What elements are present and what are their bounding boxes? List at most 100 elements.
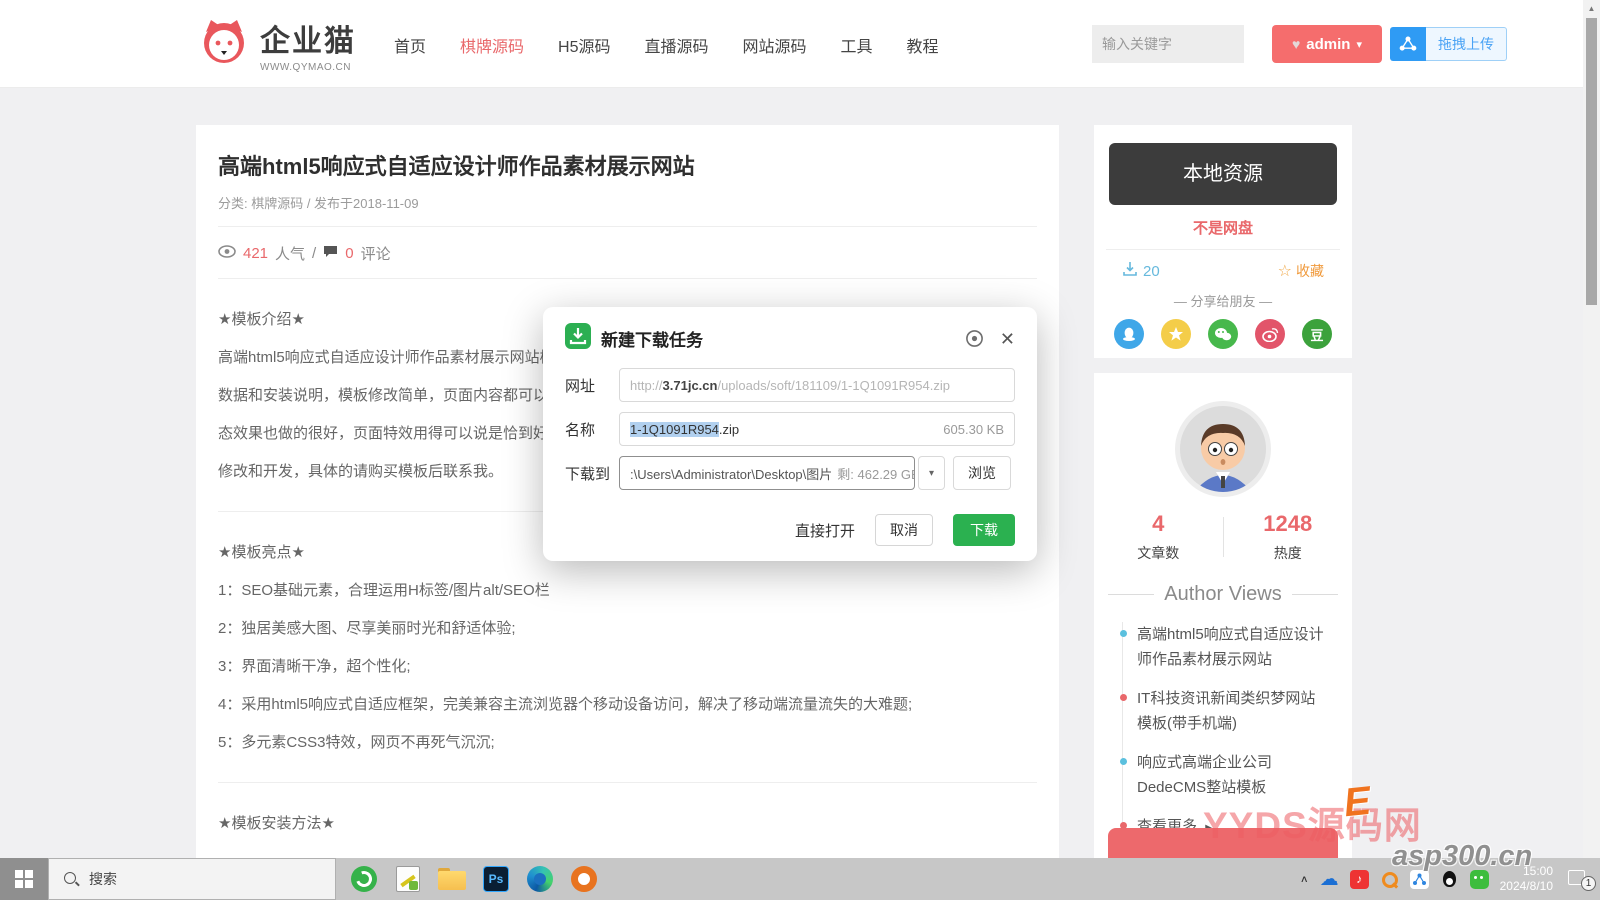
download-count-button[interactable]: 20 bbox=[1122, 261, 1160, 281]
open-directly-button[interactable]: 直接打开 bbox=[795, 520, 855, 541]
author-card: 4 文章数 1248 热度 Author Views 高端html5响应式自适应… bbox=[1094, 373, 1352, 858]
douban-share-icon[interactable]: 豆 bbox=[1302, 319, 1332, 349]
orange-app-icon[interactable] bbox=[562, 858, 606, 900]
windows-taskbar: Ps ∧ ☁ ♪ 15:00 2024/8/10 1 bbox=[0, 858, 1600, 900]
scrollbar-thumb[interactable] bbox=[1586, 18, 1597, 305]
destination-field[interactable]: :\Users\Administrator\Desktop\图片 剩: 462.… bbox=[619, 456, 915, 490]
clock-time: 15:00 bbox=[1500, 864, 1553, 879]
drag-upload-label: 拖拽上传 bbox=[1426, 27, 1507, 61]
bullet-icon bbox=[1120, 630, 1127, 637]
comment-count: 0 bbox=[345, 245, 353, 262]
highlight-line: 1：SEO基础元素，合理运用H标签/图片alt/SEO栏 bbox=[218, 578, 1037, 604]
taskbar-search-input[interactable] bbox=[89, 871, 289, 887]
favorite-button[interactable]: ☆ 收藏 bbox=[1278, 261, 1324, 281]
favorite-label: 收藏 bbox=[1296, 261, 1324, 281]
edge-icon[interactable] bbox=[518, 858, 562, 900]
qzone-share-icon[interactable] bbox=[1161, 319, 1191, 349]
clock-date: 2024/8/10 bbox=[1500, 879, 1553, 894]
article-count: 4 bbox=[1094, 511, 1223, 537]
qq-share-icon[interactable] bbox=[1114, 319, 1144, 349]
taskbar-search[interactable] bbox=[48, 858, 336, 900]
bullet-icon bbox=[1120, 694, 1127, 701]
cloud-share-tray-icon[interactable] bbox=[1410, 870, 1429, 889]
download-icon bbox=[1122, 261, 1138, 281]
cancel-button[interactable]: 取消 bbox=[875, 514, 933, 546]
url-path: /uploads/soft/181109/1-1Q1091R954.zip bbox=[717, 378, 949, 393]
highlight-line: 2：独居美感大图、尽享美丽时光和舒适体验; bbox=[218, 616, 1037, 642]
start-button[interactable] bbox=[0, 858, 48, 900]
wechat-share-icon[interactable] bbox=[1208, 319, 1238, 349]
search-tray-icon[interactable] bbox=[1380, 870, 1399, 889]
file-explorer-icon[interactable] bbox=[430, 858, 474, 900]
nav-tools[interactable]: 工具 bbox=[841, 33, 873, 57]
nav-home[interactable]: 首页 bbox=[394, 33, 426, 57]
bullet-icon bbox=[1120, 758, 1127, 765]
nav-site-source[interactable]: 网站源码 bbox=[743, 33, 807, 57]
onedrive-icon[interactable]: ☁ bbox=[1320, 870, 1339, 889]
filename-field[interactable]: 1-1Q1091R954 .zip 605.30 KB bbox=[619, 412, 1015, 446]
nav-tutorials[interactable]: 教程 bbox=[907, 33, 939, 57]
destination-dropdown-button[interactable]: ▾ bbox=[918, 456, 945, 490]
photoshop-icon[interactable]: Ps bbox=[474, 858, 518, 900]
qq-tray-icon[interactable] bbox=[1440, 870, 1459, 889]
new-download-dialog: 新建下载任务 ✕ 网址 http://3.71jc.cn/uploads/sof… bbox=[543, 307, 1037, 561]
download-count: 20 bbox=[1143, 263, 1160, 280]
url-label: 网址 bbox=[565, 375, 619, 396]
list-item[interactable]: 高端html5响应式自适应设计师作品素材展示网站 bbox=[1137, 622, 1328, 672]
taskbar-clock[interactable]: 15:00 2024/8/10 bbox=[1500, 864, 1553, 894]
admin-menu-button[interactable]: ♥ admin ▾ bbox=[1272, 25, 1382, 63]
browse-button[interactable]: 浏览 bbox=[953, 456, 1011, 490]
browser-360-icon[interactable] bbox=[342, 858, 386, 900]
notification-badge: 1 bbox=[1581, 876, 1596, 891]
site-logo[interactable]: 企业猫 WWW.QYMAO.CN bbox=[198, 16, 356, 73]
music-app-icon[interactable]: ♪ bbox=[1350, 870, 1369, 889]
tray-expand-icon[interactable]: ∧ bbox=[1300, 873, 1309, 884]
local-resource-button[interactable]: 本地资源 bbox=[1109, 143, 1337, 205]
search-input[interactable] bbox=[1102, 36, 1283, 52]
highlight-line: 4：采用html5响应式自适应框架，完美兼容主流浏览器个移动设备访问，解决了移动… bbox=[218, 692, 1037, 718]
header-search[interactable] bbox=[1092, 25, 1244, 63]
star-icon: ☆ bbox=[1278, 261, 1292, 281]
author-avatar[interactable] bbox=[1175, 401, 1271, 497]
divider bbox=[218, 278, 1037, 279]
page-scrollbar[interactable]: ▲ bbox=[1583, 0, 1600, 858]
filename-selected-text: 1-1Q1091R954 bbox=[630, 422, 719, 437]
divider bbox=[218, 226, 1037, 227]
url-field[interactable]: http://3.71jc.cn/uploads/soft/181109/1-1… bbox=[619, 368, 1015, 402]
article-meta: 分类: 棋牌源码 / 发布于2018-11-09 bbox=[218, 193, 1037, 212]
heat-count-label: 热度 bbox=[1224, 543, 1353, 563]
taskbar-apps: Ps bbox=[342, 858, 606, 900]
search-icon bbox=[63, 871, 79, 887]
destination-path: :\Users\Administrator\Desktop\图片 bbox=[630, 464, 832, 483]
logo-subtitle: WWW.QYMAO.CN bbox=[260, 62, 356, 73]
views-label: 人气 bbox=[275, 243, 305, 264]
notification-center-icon[interactable]: 1 bbox=[1568, 867, 1592, 891]
download-button[interactable]: 下载 bbox=[953, 514, 1015, 546]
page-title: 高端html5响应式自适应设计师作品素材展示网站 bbox=[218, 149, 1037, 181]
list-item[interactable]: 响应式高端企业公司DedeCMS整站模板 bbox=[1137, 750, 1328, 800]
scroll-up-arrow[interactable]: ▲ bbox=[1583, 0, 1600, 16]
cloud-share-icon bbox=[1390, 27, 1426, 61]
name-label: 名称 bbox=[565, 419, 619, 440]
main-nav: 首页 棋牌源码 H5源码 直播源码 网站源码 工具 教程 bbox=[394, 33, 939, 57]
nav-live-source[interactable]: 直播源码 bbox=[645, 33, 709, 57]
windows-logo-icon bbox=[15, 870, 33, 888]
destination-label: 下载到 bbox=[565, 463, 619, 484]
settings-icon[interactable] bbox=[965, 329, 984, 348]
drag-upload-button[interactable]: 拖拽上传 bbox=[1390, 27, 1507, 61]
author-views-list: 高端html5响应式自适应设计师作品素材展示网站 IT科技资讯新闻类织梦网站模板… bbox=[1122, 622, 1328, 841]
wechat-tray-icon[interactable] bbox=[1470, 870, 1489, 889]
comment-icon bbox=[323, 245, 338, 262]
notepad-icon[interactable] bbox=[386, 858, 430, 900]
vip-level-icon: ♥ bbox=[1292, 37, 1300, 51]
list-item[interactable]: IT科技资讯新闻类织梦网站模板(带手机端) bbox=[1137, 686, 1328, 736]
author-stats: 4 文章数 1248 热度 bbox=[1094, 511, 1352, 563]
url-scheme: http:// bbox=[630, 378, 663, 393]
nav-board-source[interactable]: 棋牌源码 bbox=[460, 33, 524, 57]
nav-h5-source[interactable]: H5源码 bbox=[558, 33, 610, 57]
free-space: 剩: 462.29 GB bbox=[837, 464, 915, 483]
admin-label: admin bbox=[1306, 36, 1350, 53]
system-tray: ∧ ☁ ♪ 15:00 2024/8/10 1 bbox=[1300, 864, 1600, 894]
weibo-share-icon[interactable] bbox=[1255, 319, 1285, 349]
close-icon[interactable]: ✕ bbox=[1000, 330, 1015, 348]
